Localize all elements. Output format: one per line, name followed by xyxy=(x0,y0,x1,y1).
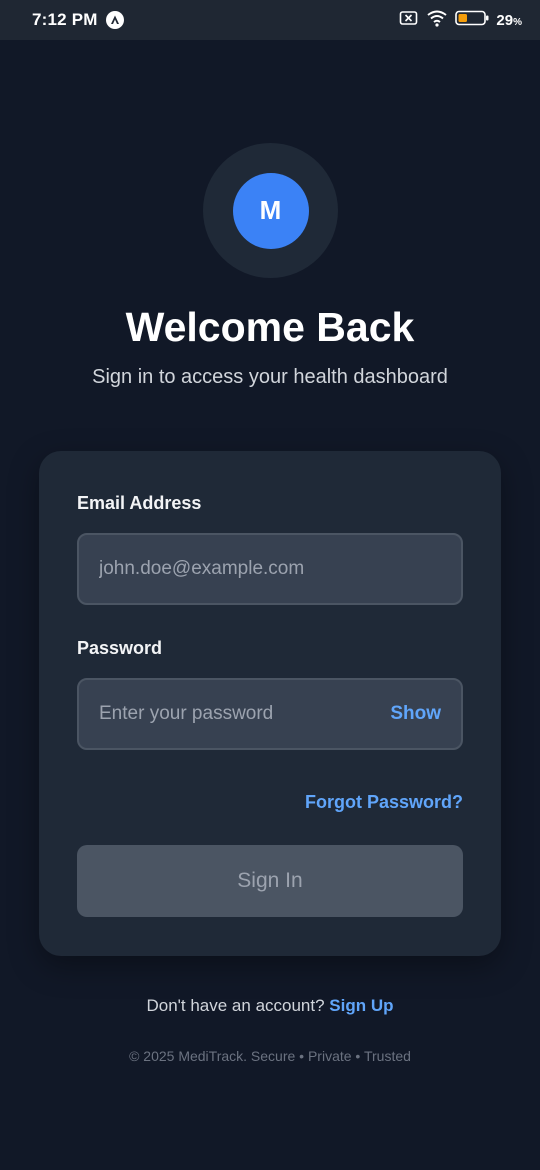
logo-letter: M xyxy=(259,195,282,225)
email-field-container xyxy=(77,533,463,605)
sim-off-icon xyxy=(399,10,419,31)
status-right: 29% xyxy=(399,9,522,32)
password-field-container: Show xyxy=(77,678,463,750)
password-label: Password xyxy=(77,638,163,658)
email-field[interactable] xyxy=(99,558,441,580)
email-label: Email Address xyxy=(77,493,202,513)
page-title: Welcome Back xyxy=(125,304,415,350)
show-password-toggle[interactable]: Show xyxy=(390,703,441,725)
login-card: Email Address Password Show Forgot Passw… xyxy=(39,451,501,956)
battery-percent: 29% xyxy=(496,12,522,29)
signup-prompt-row: Don't have an account? Sign Up xyxy=(0,996,540,1016)
footer-text: © 2025 MediTrack. Secure • Private • Tru… xyxy=(129,1048,411,1064)
page-subtitle: Sign in to access your health dashboard xyxy=(92,366,448,388)
wifi-icon xyxy=(426,9,448,32)
status-time: 7:12 PM xyxy=(32,10,98,29)
app-a-icon xyxy=(105,11,124,29)
battery-icon xyxy=(455,10,489,31)
status-bar: 7:12 PM 29% xyxy=(0,0,540,40)
battery-unit: % xyxy=(513,16,522,28)
status-left: 7:12 PM xyxy=(32,10,124,30)
sign-in-button[interactable]: Sign In xyxy=(77,845,463,917)
signup-prompt: Don't have an account? xyxy=(146,996,325,1015)
sign-up-link[interactable]: Sign Up xyxy=(329,996,393,1015)
forgot-password-link[interactable]: Forgot Password? xyxy=(305,792,463,813)
battery-value: 29 xyxy=(496,11,514,29)
logo-badge: M xyxy=(232,172,309,249)
password-field[interactable] xyxy=(99,703,391,725)
app-logo: M xyxy=(203,143,338,278)
